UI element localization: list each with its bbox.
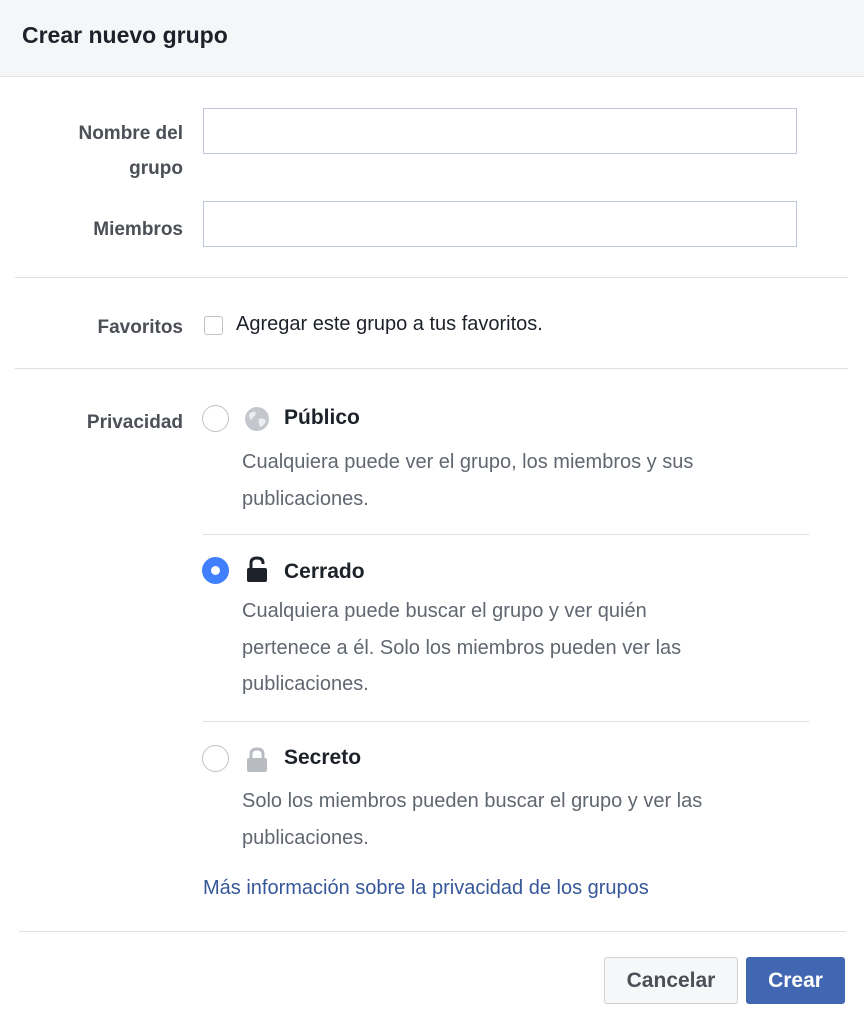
divider-top: [15, 277, 848, 278]
group-name-input[interactable]: [203, 108, 797, 154]
option-secret-title[interactable]: Secreto: [284, 746, 361, 770]
option-closed-title[interactable]: Cerrado: [284, 560, 365, 584]
divider-middle: [15, 368, 848, 369]
divider-footer: [19, 931, 846, 932]
lock-icon: [247, 747, 267, 772]
option-secret-description: Solo los miembros pueden buscar el grupo…: [242, 783, 802, 856]
lock-open-icon: [247, 556, 267, 582]
option-closed-desc-line: pertenece a él. Solo los miembros pueden…: [242, 636, 682, 659]
option-public-description: Cualquiera puede ver el grupo, los miemb…: [242, 444, 802, 517]
dialog-header: Crear nuevo grupo: [0, 0, 864, 77]
group-name-label-line1: Nombre del: [78, 123, 183, 144]
favorites-label: Favoritos: [97, 317, 183, 338]
dialog-title: Crear nuevo grupo: [22, 22, 228, 48]
option-secret-desc-line: Solo los miembros pueden buscar el grupo…: [242, 790, 703, 812]
globe-icon: [245, 407, 269, 431]
group-name-label: Nombre del grupo: [78, 116, 183, 186]
option-secret-desc-line: publicaciones.: [242, 826, 369, 849]
privacy-label: Privacidad: [86, 412, 183, 433]
radio-public[interactable]: [202, 405, 229, 432]
divider-option-2: [203, 721, 809, 722]
option-closed-desc-line: Cualquiera puede buscar el grupo y ver q…: [242, 600, 647, 622]
group-name-label-line2: grupo: [129, 158, 183, 179]
option-closed-description: Cualquiera puede buscar el grupo y ver q…: [242, 593, 802, 703]
option-closed-desc-line: publicaciones.: [242, 673, 369, 695]
favorites-checkbox[interactable]: [204, 316, 223, 335]
option-public-desc-line: Cualquiera puede ver el grupo, los miemb…: [242, 451, 694, 473]
option-public-desc-line: publicaciones.: [242, 487, 369, 510]
create-button[interactable]: Crear: [746, 957, 845, 1004]
members-label: Miembros: [93, 219, 183, 240]
members-input[interactable]: [203, 201, 797, 247]
privacy-info-link[interactable]: Más información sobre la privacidad de l…: [203, 877, 649, 900]
favorites-checkbox-label[interactable]: Agregar este grupo a tus favoritos.: [236, 313, 543, 336]
radio-closed[interactable]: [202, 557, 229, 584]
cancel-button[interactable]: Cancelar: [604, 957, 738, 1004]
radio-secret[interactable]: [202, 745, 229, 772]
option-public-title[interactable]: Público: [284, 406, 360, 430]
divider-option-1: [203, 534, 809, 535]
